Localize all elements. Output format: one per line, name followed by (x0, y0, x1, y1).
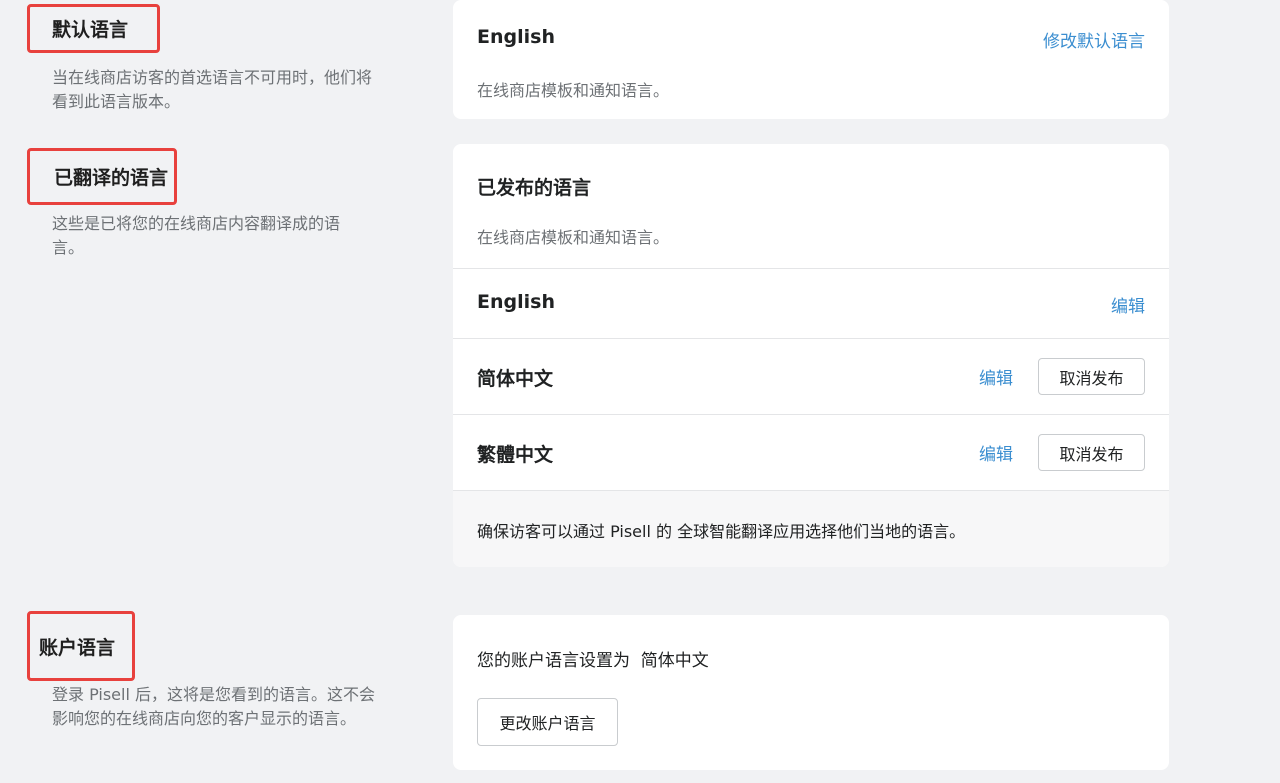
published-languages-heading: 已发布的语言 (477, 177, 592, 199)
account-language-text: 您的账户语言设置为 简体中文 (477, 651, 709, 671)
change-account-language-label: 更改账户语言 (499, 714, 596, 733)
language-row-traditional-chinese: 繁體中文 编辑 取消发布 (453, 415, 1169, 490)
change-account-language-button[interactable]: 更改账户语言 (477, 698, 618, 746)
edit-simplified-chinese-link[interactable]: 编辑 (979, 364, 1013, 389)
published-languages-card: 已发布的语言 在线商店模板和通知语言。 English 编辑 简体中文 编辑 取… (453, 144, 1169, 567)
default-language-subtitle: 在线商店模板和通知语言。 (477, 81, 670, 100)
unpublish-button-label: 取消发布 (1059, 444, 1124, 464)
default-language-title: 默认语言 (27, 4, 160, 53)
language-name: English (477, 291, 555, 313)
language-name: 繁體中文 (477, 444, 554, 466)
translated-languages-description: 这些是已将您的在线商店内容翻译成的语言。 (52, 214, 341, 257)
translation-footer: 确保访客可以通过 Pisell 的 全球智能翻译应用选择他们当地的语言。 (453, 491, 1169, 567)
language-name: 简体中文 (477, 368, 554, 390)
change-default-language-link[interactable]: 修改默认语言 (1043, 27, 1145, 52)
account-language-title-text: 账户语言 (39, 636, 116, 659)
unpublish-simplified-chinese-button[interactable]: 取消发布 (1038, 358, 1145, 395)
translated-languages-title: 已翻译的语言 (27, 148, 177, 205)
language-row-english: English 编辑 (453, 269, 1169, 339)
edit-traditional-chinese-link[interactable]: 编辑 (979, 440, 1013, 465)
unpublish-traditional-chinese-button[interactable]: 取消发布 (1038, 434, 1145, 471)
unpublish-button-label: 取消发布 (1059, 368, 1124, 388)
published-languages-subtitle: 在线商店模板和通知语言。 (477, 228, 670, 247)
default-language-card: English 修改默认语言 在线商店模板和通知语言。 (453, 0, 1169, 119)
translation-footer-note: 确保访客可以通过 Pisell 的 全球智能翻译应用选择他们当地的语言。 (477, 522, 966, 541)
account-language-card: 您的账户语言设置为 简体中文 更改账户语言 (453, 615, 1169, 770)
default-language-title-text: 默认语言 (52, 19, 129, 41)
account-language-description: 登录 Pisell 后，这将是您看到的语言。这不会影响您的在线商店向您的客户显示… (52, 685, 375, 728)
default-language-description: 当在线商店访客的首选语言不可用时，他们将 看到此语言版本。 (52, 68, 373, 111)
edit-english-link[interactable]: 编辑 (1111, 292, 1145, 317)
default-language-name: English (477, 26, 555, 48)
language-row-simplified-chinese: 简体中文 编辑 取消发布 (453, 339, 1169, 414)
translated-languages-title-text: 已翻译的语言 (54, 167, 169, 189)
account-language-title: 账户语言 (27, 611, 135, 681)
